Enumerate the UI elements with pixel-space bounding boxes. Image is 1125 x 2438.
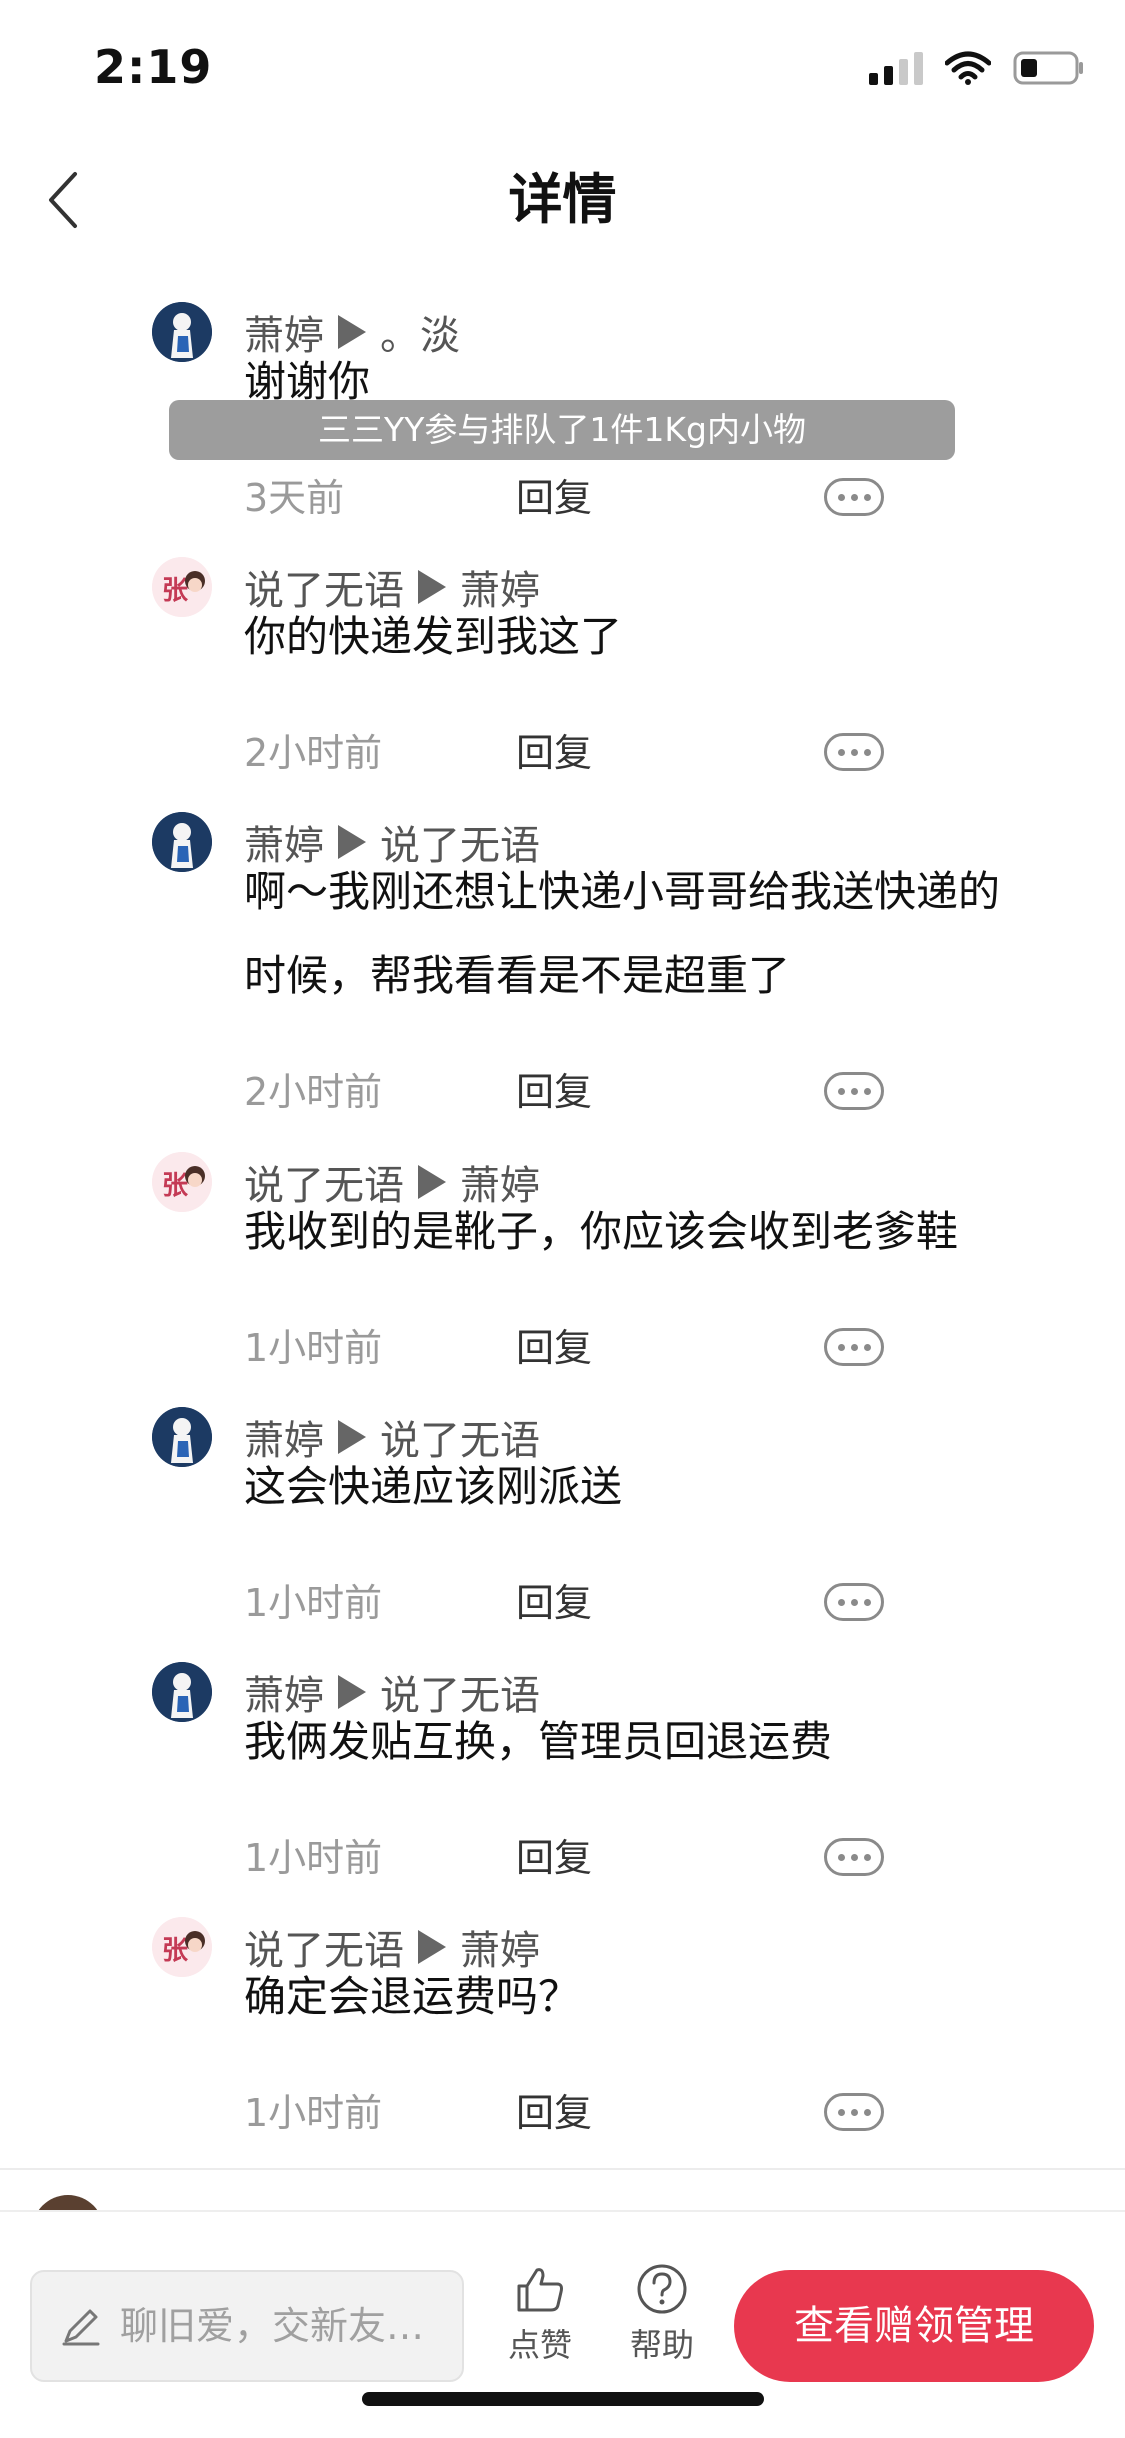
comment-time: 1小时前 (244, 2091, 383, 2135)
help-label: 帮助 (629, 2326, 694, 2364)
avatar[interactable] (152, 302, 212, 362)
avatar[interactable] (152, 1407, 212, 1467)
help-icon (637, 2264, 687, 2314)
comment-input-box[interactable] (30, 2270, 464, 2382)
comment-time: 3天前 (244, 476, 345, 520)
avatar-image (152, 1407, 212, 1467)
comment-line: 啊～我刚还想让快递小哥哥给我送快递的 (244, 867, 1001, 916)
svg-text:张: 张 (162, 1171, 189, 1201)
comment-time: 2小时前 (244, 731, 383, 775)
reply-button[interactable]: 回复 (516, 1573, 592, 1633)
wifi-icon (945, 51, 991, 85)
signal-icon (869, 51, 923, 85)
more-options-button[interactable] (824, 478, 884, 516)
reply-button[interactable]: 回复 (516, 1828, 592, 1888)
more-options-button[interactable] (824, 1583, 884, 1621)
avatar-image (152, 1662, 212, 1722)
reply-button[interactable]: 回复 (516, 723, 592, 783)
like-button[interactable]: 点赞 (492, 2262, 588, 2366)
avatar[interactable] (152, 1662, 212, 1722)
avatar-image: 张 (152, 557, 212, 617)
comment-text: 确定会退运费吗？ (244, 1955, 1084, 2039)
comment-input[interactable] (118, 2303, 452, 2349)
comment-meta: 2小时前 回复 (0, 723, 1125, 783)
pencil-icon (62, 2309, 100, 2346)
status-bar: 2:19 (0, 0, 1125, 140)
svg-text:张: 张 (162, 576, 189, 606)
svg-text:张: 张 (162, 1936, 189, 1966)
comment-meta: 1小时前 回复 (0, 1573, 1125, 1633)
avatar-image: 张 (152, 1917, 212, 1977)
avatar[interactable] (152, 812, 212, 872)
avatar[interactable]: 张 (152, 1152, 212, 1212)
like-label: 点赞 (507, 2326, 572, 2364)
home-indicator (362, 2392, 764, 2406)
reply-button[interactable]: 回复 (516, 1062, 592, 1122)
comment-text: 你的快递发到我这了 (244, 595, 1084, 679)
toast-notification: 三三YY参与排队了1件1Kg内小物 (169, 400, 955, 460)
comment-meta: 3天前 回复 (0, 468, 1125, 528)
avatar-image (152, 812, 212, 872)
reply-button[interactable]: 回复 (516, 1318, 592, 1378)
comment-time: 1小时前 (244, 1581, 383, 1625)
view-gift-management-button[interactable]: 查看赠领管理 (734, 2270, 1094, 2382)
comment-text: 这会快递应该刚派送 (244, 1445, 1084, 1529)
nav-bar: 详情 (0, 140, 1125, 260)
divider (0, 2168, 1125, 2170)
more-options-button[interactable] (824, 2093, 884, 2131)
reply-button[interactable]: 回复 (516, 2083, 592, 2143)
more-options-button[interactable] (824, 1072, 884, 1110)
thumbs-up-icon (517, 2268, 563, 2312)
more-options-button[interactable] (824, 1328, 884, 1366)
comment-line: 我俩发贴互换，管理员回退运费 (244, 1717, 833, 1766)
avatar-image (152, 302, 212, 362)
comment-meta: 1小时前 回复 (0, 1318, 1125, 1378)
comment-meta: 1小时前 回复 (0, 2083, 1125, 2143)
comment-meta: 1小时前 回复 (0, 1828, 1125, 1888)
comment-text: 啊～我刚还想让快递小哥哥给我送快递的 时候，帮我看看是不是超重了 (244, 850, 1084, 1018)
comment-line: 这会快递应该刚派送 (244, 1462, 623, 1511)
page-title: 详情 (508, 168, 617, 231)
more-options-button[interactable] (824, 1838, 884, 1876)
avatar[interactable]: 张 (152, 557, 212, 617)
comment-text: 我收到的是靴子，你应该会收到老爹鞋 (244, 1190, 1084, 1274)
battery-icon (1013, 51, 1083, 85)
comment-line: 你的快递发到我这了 (244, 612, 623, 661)
comment-text: 我俩发贴互换，管理员回退运费 (244, 1700, 1084, 1784)
more-options-button[interactable] (824, 733, 884, 771)
comment-line: 确定会退运费吗？ (244, 1972, 581, 2021)
comment-meta: 2小时前 回复 (0, 1062, 1125, 1122)
help-button[interactable]: 帮助 (614, 2262, 710, 2366)
comment-line: 时候，帮我看看是不是超重了 (244, 951, 791, 1000)
comment-line: 我收到的是靴子，你应该会收到老爹鞋 (244, 1207, 959, 1256)
status-icons (869, 46, 1085, 90)
status-time: 2:19 (94, 40, 213, 94)
avatar[interactable]: 张 (152, 1917, 212, 1977)
avatar-image: 张 (152, 1152, 212, 1212)
comment-time: 2小时前 (244, 1070, 383, 1114)
reply-button[interactable]: 回复 (516, 468, 592, 528)
comment-time: 1小时前 (244, 1836, 383, 1880)
comment-time: 1小时前 (244, 1326, 383, 1370)
